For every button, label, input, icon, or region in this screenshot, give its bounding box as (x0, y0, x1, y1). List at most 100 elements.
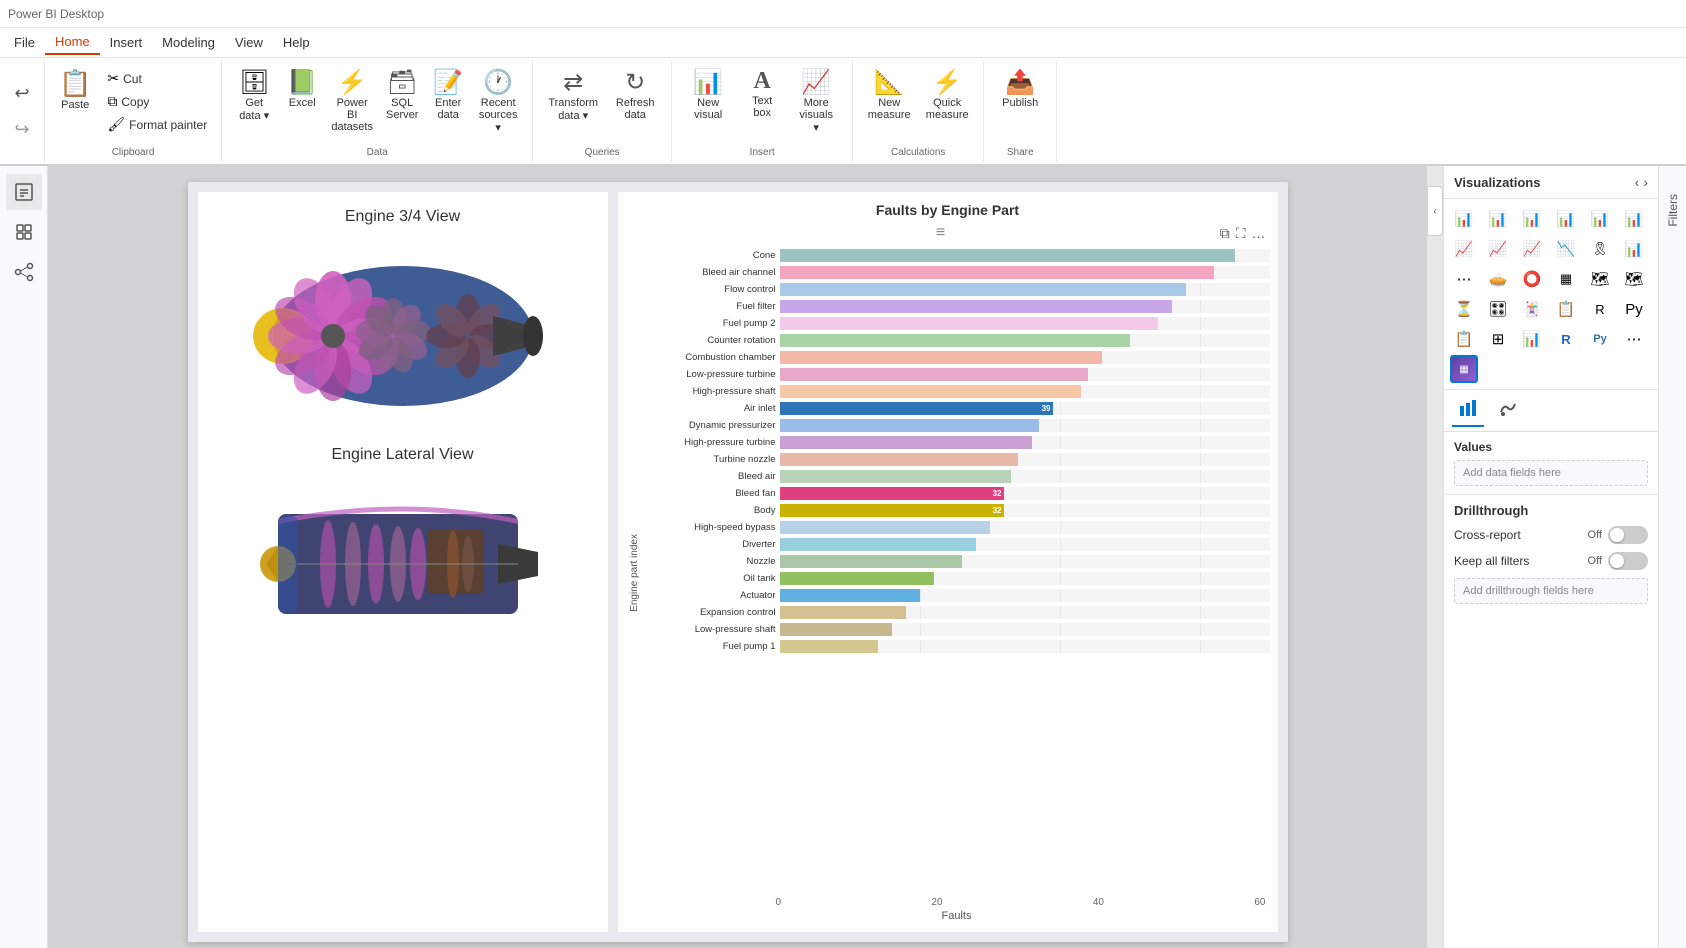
panel-collapse-button[interactable]: ‹ (1427, 166, 1443, 948)
chart-expand-icon[interactable]: ⛶ (1236, 225, 1246, 242)
canvas-area: Engine 3/4 View (48, 166, 1427, 948)
viz-filled-map-icon[interactable]: 🗺 (1620, 265, 1648, 293)
sql-server-button[interactable]: 🗃 SQLServer (380, 64, 424, 147)
more-visuals-button[interactable]: 📈 Morevisuals ▾ (788, 64, 844, 147)
viz-table-icon[interactable]: 📋 (1450, 325, 1478, 353)
bar-row: Cone (648, 248, 1270, 263)
cross-report-value: Off (1588, 529, 1602, 541)
publish-button[interactable]: 📤 Publish (992, 64, 1048, 147)
menu-modeling[interactable]: Modeling (152, 31, 225, 54)
viz-python-icon[interactable]: Py (1586, 325, 1614, 353)
chart-filter-icon[interactable]: ⧉ (1220, 225, 1230, 242)
recent-sources-button[interactable]: 🕐 Recentsources ▾ (472, 64, 524, 147)
viz-more-icon[interactable]: ⋯ (1620, 325, 1648, 353)
viz-treemap-icon[interactable]: ▦ (1552, 265, 1580, 293)
viz-scatter-icon[interactable]: ⋯ (1450, 265, 1478, 293)
cross-report-label: Cross-report (1454, 528, 1521, 542)
undo-button[interactable]: ↩ (6, 77, 38, 109)
redo-button[interactable]: ↪ (6, 113, 38, 145)
viz-icons-grid: 📊 📊 📊 📊 📊 📊 📈 📈 📈 📉 🎗 📊 ⋯ 🥧 ⭕ ▦ 🗺 🗺 ⏳ 🎛 … (1444, 199, 1658, 390)
format-icon (1498, 398, 1518, 418)
get-data-button[interactable]: 🗄 Getdata ▾ (230, 64, 278, 147)
new-visual-button[interactable]: 📊 Newvisual (680, 64, 736, 147)
cross-report-toggle-thumb (1610, 528, 1624, 542)
copy-button[interactable]: ⧉ Copy (101, 91, 213, 112)
viz-funnel-icon[interactable]: ⏳ (1450, 295, 1478, 323)
viz-panel-back-icon[interactable]: ‹ (1635, 174, 1640, 190)
viz-pie-chart-icon[interactable]: 🥧 (1484, 265, 1512, 293)
new-measure-button[interactable]: 📐 Newmeasure (861, 64, 917, 147)
viz-100-stacked-column-icon[interactable]: 📊 (1620, 205, 1648, 233)
bar-track (780, 351, 1270, 364)
refresh-data-button[interactable]: ↻ Refreshdata (607, 64, 663, 147)
viz-selected-visual[interactable]: ▦ (1450, 355, 1478, 383)
cut-button[interactable]: ✂ Cut (101, 68, 213, 89)
viz-stacked-column-icon[interactable]: 📊 (1552, 205, 1580, 233)
viz-r-visual-icon[interactable]: R (1552, 325, 1580, 353)
viz-donut-icon[interactable]: ⭕ (1518, 265, 1546, 293)
viz-stacked-area-icon[interactable]: 📈 (1518, 235, 1546, 263)
copy-icon: ⧉ (107, 93, 117, 110)
viz-100-stacked-bar-icon[interactable]: 📊 (1518, 205, 1546, 233)
viz-gauge-icon[interactable]: 🎛 (1484, 295, 1512, 323)
bar-track (780, 453, 1270, 466)
viz-bar-chart-icon[interactable]: 📊 (1450, 205, 1478, 233)
text-box-button[interactable]: A Textbox (738, 64, 786, 147)
cross-report-toggle-track[interactable] (1608, 526, 1648, 544)
bar-track (780, 334, 1270, 347)
excel-button[interactable]: 📗 Excel (280, 64, 324, 147)
bar-label: Diverter (648, 539, 776, 550)
viz-clustered-column-icon[interactable]: 📊 (1586, 205, 1614, 233)
viz-build-tab[interactable] (1452, 394, 1484, 427)
menu-home[interactable]: Home (45, 30, 100, 55)
menu-view[interactable]: View (225, 31, 273, 54)
bar-label: High-pressure turbine (648, 437, 776, 448)
viz-slicer-icon[interactable]: Py (1620, 295, 1648, 323)
cross-report-toggle[interactable]: Off (1588, 526, 1648, 544)
quick-measure-button[interactable]: ⚡ Quickmeasure (919, 64, 975, 147)
chart-toolbar: ≡ ⧉ ⛶ … (626, 224, 1270, 242)
new-measure-label: Newmeasure (868, 97, 911, 121)
drillthrough-drop-zone[interactable]: Add drillthrough fields here (1454, 578, 1648, 604)
x-tick-40: 40 (1093, 897, 1104, 908)
bar-label: Actuator (648, 590, 776, 601)
viz-card-icon[interactable]: 🃏 (1518, 295, 1546, 323)
viz-line-col-icon[interactable]: 📉 (1552, 235, 1580, 263)
filters-label[interactable]: Filters (1666, 194, 1680, 227)
viz-matrix-icon[interactable]: ⊞ (1484, 325, 1512, 353)
menu-file[interactable]: File (4, 31, 45, 54)
sidebar-item-data[interactable] (6, 214, 42, 250)
viz-achart-icon[interactable]: 📊 (1518, 325, 1546, 353)
sidebar-item-report[interactable] (6, 174, 42, 210)
chart-drag-handle[interactable]: ≡ (936, 224, 943, 242)
keep-all-filters-toggle-track[interactable] (1608, 552, 1648, 570)
viz-line-chart-icon[interactable]: 📈 (1450, 235, 1478, 263)
bar-row: Low-pressure turbine (648, 367, 1270, 382)
bar-row: Flow control (648, 282, 1270, 297)
viz-multi-row-card-icon[interactable]: 📋 (1552, 295, 1580, 323)
viz-clustered-bar-icon[interactable]: 📊 (1484, 205, 1512, 233)
enter-data-button[interactable]: 📝 Enterdata (426, 64, 470, 147)
keep-all-filters-value: Off (1588, 555, 1602, 567)
viz-map-icon[interactable]: 🗺 (1586, 265, 1614, 293)
power-bi-datasets-button[interactable]: ⚡ Power BIdatasets (326, 64, 378, 147)
viz-format-tab[interactable] (1492, 394, 1524, 427)
bar-row: Bleed air (648, 469, 1270, 484)
viz-panel-forward-icon[interactable]: › (1643, 174, 1648, 190)
bar-track: 39 (780, 402, 1270, 415)
bar-label: Low-pressure shaft (648, 624, 776, 635)
viz-kpi-icon[interactable]: R (1586, 295, 1614, 323)
keep-all-filters-toggle[interactable]: Off (1588, 552, 1648, 570)
menu-insert[interactable]: Insert (100, 31, 153, 54)
viz-ribbon-chart-icon[interactable]: 🎗 (1586, 235, 1614, 263)
chart-more-icon[interactable]: … (1252, 225, 1266, 242)
format-painter-button[interactable]: 🖌 Format painter (101, 114, 213, 135)
values-drop-zone[interactable]: Add data fields here (1454, 460, 1648, 486)
sidebar-item-model[interactable] (6, 254, 42, 290)
paste-button[interactable]: 📋 Paste (53, 64, 97, 115)
more-visuals-icon: 📈 (801, 68, 831, 97)
menu-help[interactable]: Help (273, 31, 320, 54)
transform-data-button[interactable]: ⇄ Transformdata ▾ (541, 64, 605, 147)
viz-waterfall-icon[interactable]: 📊 (1620, 235, 1648, 263)
viz-area-chart-icon[interactable]: 📈 (1484, 235, 1512, 263)
